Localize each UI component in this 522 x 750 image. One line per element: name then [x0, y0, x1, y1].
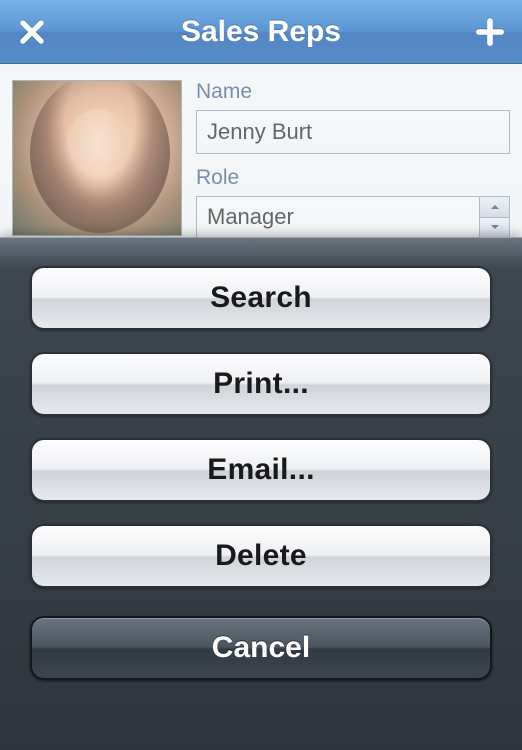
search-button[interactable]: Search — [30, 266, 492, 330]
print-button[interactable]: Print... — [30, 352, 492, 416]
email-button[interactable]: Email... — [30, 438, 492, 502]
delete-button[interactable]: Delete — [30, 524, 492, 588]
cancel-button[interactable]: Cancel — [30, 616, 492, 680]
action-sheet: Search Print... Email... Delete Cancel — [0, 237, 522, 750]
